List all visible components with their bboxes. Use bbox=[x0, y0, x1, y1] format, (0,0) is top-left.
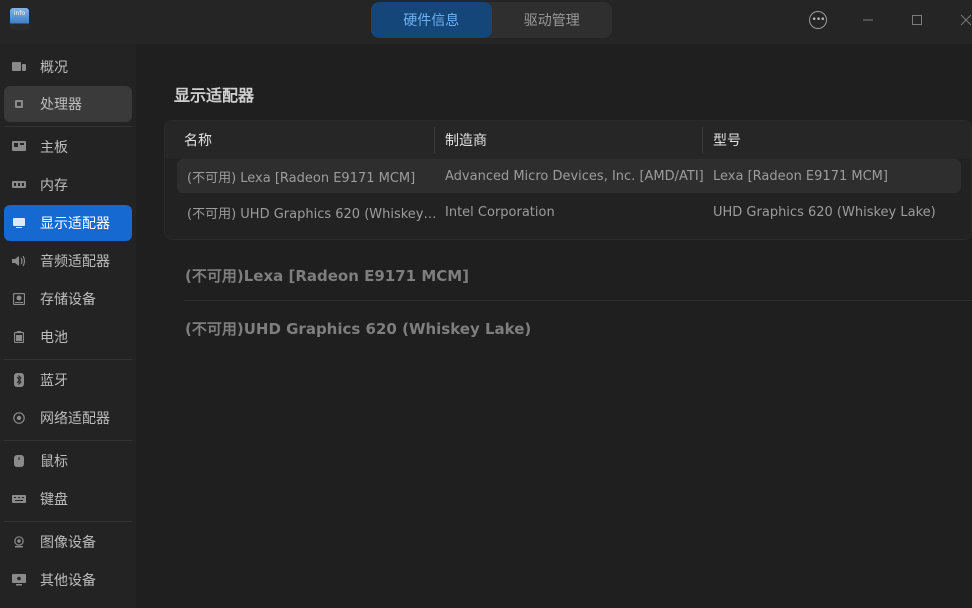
sidebar-item-mouse[interactable]: 鼠标 bbox=[4, 443, 132, 479]
sidebar-item-keyboard[interactable]: 键盘 bbox=[4, 481, 132, 517]
sidebar-item-label: 概况 bbox=[40, 60, 68, 76]
camera-icon bbox=[12, 535, 26, 549]
sidebar-item-label: 图像设备 bbox=[40, 535, 96, 551]
sidebar-item-other-devices[interactable]: 其他设备 bbox=[4, 562, 132, 598]
detail-divider bbox=[184, 300, 972, 301]
sidebar-item-storage[interactable]: 存储设备 bbox=[4, 281, 132, 317]
sidebar-item-label: 其他设备 bbox=[40, 573, 96, 589]
sidebar-item-battery[interactable]: 电池 bbox=[4, 319, 132, 355]
column-divider[interactable] bbox=[702, 127, 703, 153]
column-header-model[interactable]: 型号 bbox=[713, 121, 741, 159]
table-cell-vendor: Intel Corporation bbox=[445, 204, 555, 220]
sidebar-item-label: 显示适配器 bbox=[40, 216, 110, 232]
column-header-vendor[interactable]: 制造商 bbox=[445, 121, 487, 159]
memory-icon bbox=[12, 178, 26, 192]
sidebar-divider bbox=[4, 440, 132, 441]
sidebar-item-label: 处理器 bbox=[40, 97, 82, 113]
sidebar-item-label: 鼠标 bbox=[40, 454, 68, 470]
cpu-icon bbox=[12, 97, 26, 111]
sidebar-item-label: 音频适配器 bbox=[40, 254, 110, 270]
bluetooth-icon bbox=[12, 373, 26, 387]
mouse-icon bbox=[12, 454, 26, 468]
device-table: 名称 制造商 型号 (不可用) Lexa [Radeon E9171 MCM] … bbox=[164, 120, 972, 240]
sidebar-item-audio[interactable]: 音频适配器 bbox=[4, 243, 132, 279]
display-adapter-icon bbox=[12, 216, 26, 230]
battery-icon bbox=[12, 330, 26, 344]
table-cell-model: Lexa [Radeon E9171 MCM] bbox=[713, 168, 888, 184]
sidebar-item-label: 电池 bbox=[40, 330, 68, 346]
more-icon: ••• bbox=[809, 11, 827, 29]
sidebar-item-camera[interactable]: 图像设备 bbox=[4, 524, 132, 560]
close-icon bbox=[960, 14, 972, 26]
page-title: 显示适配器 bbox=[174, 86, 255, 105]
device-detail-title: (不可用)UHD Graphics 620 (Whiskey Lake) bbox=[185, 320, 532, 338]
maximize-button[interactable] bbox=[904, 8, 930, 32]
table-cell-model: UHD Graphics 620 (Whiskey Lake) bbox=[713, 204, 936, 220]
sidebar: 概况 处理器 主板 内存 显示适配器 音频适配器 存储设备 电池 蓝牙 网络适配… bbox=[0, 44, 136, 608]
table-row[interactable]: (不可用) Lexa [Radeon E9171 MCM] Advanced M… bbox=[177, 159, 961, 193]
storage-icon bbox=[12, 292, 26, 306]
table-cell-name: (不可用) UHD Graphics 620 (Whiskey… bbox=[187, 206, 435, 222]
sidebar-item-memory[interactable]: 内存 bbox=[4, 167, 132, 203]
sidebar-divider bbox=[4, 521, 132, 522]
sidebar-item-bluetooth[interactable]: 蓝牙 bbox=[4, 362, 132, 398]
column-divider[interactable] bbox=[434, 127, 435, 153]
sidebar-item-label: 蓝牙 bbox=[40, 373, 68, 389]
sidebar-item-network[interactable]: 网络适配器 bbox=[4, 400, 132, 436]
network-icon bbox=[12, 411, 26, 425]
sidebar-item-label: 存储设备 bbox=[40, 292, 96, 308]
overview-icon bbox=[12, 60, 26, 74]
minimize-icon bbox=[863, 19, 873, 21]
table-cell-vendor: Advanced Micro Devices, Inc. [AMD/ATI] bbox=[445, 168, 704, 184]
title-bar: info 硬件信息 驱动管理 ••• bbox=[0, 0, 972, 44]
audio-icon bbox=[12, 254, 26, 268]
sidebar-item-display-adapter[interactable]: 显示适配器 bbox=[4, 205, 132, 241]
app-logo-text: info bbox=[13, 10, 26, 17]
sidebar-item-cpu[interactable]: 处理器 bbox=[4, 86, 132, 122]
motherboard-icon bbox=[12, 140, 26, 154]
tab-hardware-info[interactable]: 硬件信息 bbox=[371, 2, 492, 38]
sidebar-item-label: 网络适配器 bbox=[40, 411, 110, 427]
sidebar-item-overview[interactable]: 概况 bbox=[4, 49, 132, 85]
maximize-icon bbox=[912, 15, 922, 25]
app-logo-icon: info bbox=[10, 8, 29, 30]
sidebar-divider bbox=[4, 359, 132, 360]
keyboard-icon bbox=[12, 492, 26, 506]
minimize-button[interactable] bbox=[855, 8, 881, 32]
table-cell-name: (不可用) Lexa [Radeon E9171 MCM] bbox=[187, 170, 416, 186]
column-header-name[interactable]: 名称 bbox=[184, 121, 212, 159]
sidebar-item-label: 内存 bbox=[40, 178, 68, 194]
main-panel: 显示适配器 名称 制造商 型号 (不可用) Lexa [Radeon E9171… bbox=[136, 44, 972, 608]
table-header: 名称 制造商 型号 bbox=[165, 121, 971, 159]
other-devices-icon bbox=[12, 573, 26, 587]
main-menu-button[interactable]: ••• bbox=[805, 8, 831, 32]
top-tabs: 硬件信息 驱动管理 bbox=[371, 2, 612, 38]
table-row[interactable]: (不可用) UHD Graphics 620 (Whiskey… Intel C… bbox=[177, 195, 961, 229]
sidebar-item-label: 主板 bbox=[40, 140, 68, 156]
close-button[interactable] bbox=[953, 8, 972, 32]
sidebar-item-label: 键盘 bbox=[40, 492, 68, 508]
device-detail-title: (不可用)Lexa [Radeon E9171 MCM] bbox=[185, 267, 470, 285]
tab-driver-management[interactable]: 驱动管理 bbox=[492, 2, 613, 38]
sidebar-item-motherboard[interactable]: 主板 bbox=[4, 129, 132, 165]
sidebar-divider bbox=[4, 126, 132, 127]
